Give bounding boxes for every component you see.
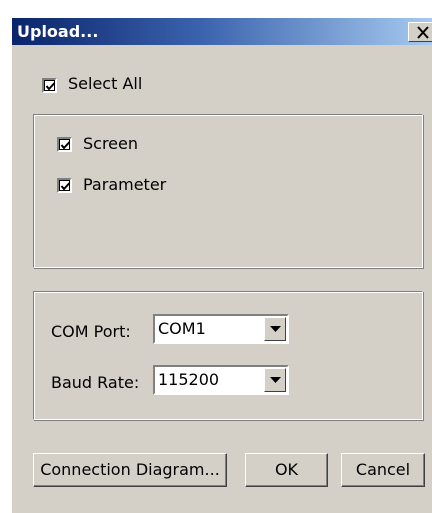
select-all-label[interactable]: Select All [68,74,142,94]
ok-button[interactable]: OK [245,453,328,487]
checkmark-icon [60,141,71,150]
com-port-label: COM Port: [51,322,131,341]
screen-checkbox[interactable] [57,137,72,152]
baud-rate-dropdown-button[interactable] [264,368,286,392]
connection-diagram-button[interactable]: Connection Diagram... [33,453,227,487]
upload-dialog: Upload... Select All Screen Parameter CO… [12,18,432,513]
com-port-select[interactable]: COM1 [153,314,289,344]
close-button[interactable] [408,22,432,42]
checkmark-icon [60,182,71,191]
baud-rate-value: 115200 [158,370,220,389]
parameter-checkbox[interactable] [57,178,72,193]
baud-rate-select[interactable]: 115200 [153,365,289,395]
parameter-label[interactable]: Parameter [83,175,166,195]
com-port-dropdown-button[interactable] [264,317,286,341]
chevron-down-icon [270,377,281,383]
window-title: Upload... [17,22,99,41]
com-port-value: COM1 [158,319,206,338]
chevron-down-icon [270,326,281,332]
title-bar[interactable]: Upload... [12,18,432,45]
select-all-checkbox[interactable] [42,78,57,93]
close-icon [417,26,429,39]
checkmark-icon [45,82,56,91]
connection-group [33,291,423,420]
screen-label[interactable]: Screen [83,134,138,154]
baud-rate-label: Baud Rate: [51,373,140,392]
cancel-button[interactable]: Cancel [341,453,425,487]
